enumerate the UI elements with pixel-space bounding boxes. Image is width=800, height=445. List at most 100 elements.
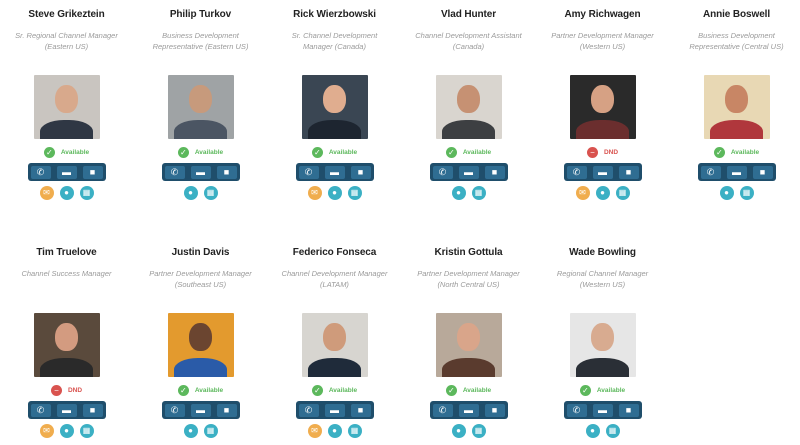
person-name: Federico Fonseca <box>292 247 377 258</box>
calendar-icon[interactable]: ▦ <box>615 186 630 200</box>
chat-icon[interactable]: ▬ <box>592 403 613 417</box>
check-icon: ✓ <box>445 146 457 158</box>
check-icon: ✓ <box>177 146 189 158</box>
check-icon: ✓ <box>713 146 725 158</box>
check-icon: ✓ <box>579 384 591 396</box>
calendar-icon[interactable]: ▦ <box>79 186 94 200</box>
person-name: Annie Boswell <box>702 9 771 20</box>
video-icon[interactable]: ■ <box>618 403 639 417</box>
chat-icon[interactable]: ▬ <box>324 403 345 417</box>
calendar-icon[interactable]: ▦ <box>203 186 218 200</box>
person-photo[interactable] <box>569 313 636 377</box>
email-icon[interactable]: ✉ <box>575 186 590 200</box>
person-name: Vlad Hunter <box>440 9 497 20</box>
email-icon[interactable]: ✉ <box>39 424 54 438</box>
contact-actions: ✆ ▬ ■ <box>563 401 642 419</box>
person-photo[interactable] <box>435 313 502 377</box>
phone-icon[interactable]: ✆ <box>432 165 453 179</box>
person-photo[interactable] <box>301 75 368 139</box>
video-icon[interactable]: ■ <box>752 165 773 179</box>
phone-icon[interactable]: ✆ <box>700 165 721 179</box>
video-icon[interactable]: ■ <box>82 403 103 417</box>
calendar-icon[interactable]: ▦ <box>605 424 620 438</box>
person-photo[interactable] <box>167 75 234 139</box>
presence-label: Available <box>328 386 358 394</box>
person-photo[interactable] <box>301 313 368 377</box>
message-icon[interactable]: ● <box>183 424 198 438</box>
message-icon[interactable]: ● <box>327 424 342 438</box>
message-icon[interactable]: ● <box>59 424 74 438</box>
person-name: Philip Turkov <box>169 9 232 20</box>
video-icon[interactable]: ■ <box>350 165 371 179</box>
check-icon: ✓ <box>445 384 457 396</box>
presence-status: ✓ Available <box>134 383 267 397</box>
person-name: Wade Bowling <box>569 247 636 258</box>
contact-actions: ✆ ▬ ■ <box>27 163 106 181</box>
message-icon[interactable]: ● <box>595 186 610 200</box>
calendar-icon[interactable]: ▦ <box>739 186 754 200</box>
message-icon[interactable]: ● <box>183 186 198 200</box>
video-icon[interactable]: ■ <box>484 165 505 179</box>
phone-icon[interactable]: ✆ <box>30 403 51 417</box>
phone-icon[interactable]: ✆ <box>432 403 453 417</box>
person-photo[interactable] <box>33 75 100 139</box>
person-card-2: Philip Turkov Business Development Repre… <box>134 8 267 200</box>
contact-actions: ✆ ▬ ■ <box>161 401 240 419</box>
presence-label: Available <box>328 148 358 156</box>
chat-icon[interactable]: ▬ <box>726 165 747 179</box>
phone-icon[interactable]: ✆ <box>298 165 319 179</box>
video-icon[interactable]: ■ <box>350 403 371 417</box>
phone-icon[interactable]: ✆ <box>164 165 185 179</box>
person-name: Amy Richwagen <box>564 9 641 20</box>
check-icon: ✓ <box>311 384 323 396</box>
phone-icon[interactable]: ✆ <box>164 403 185 417</box>
video-icon[interactable]: ■ <box>618 165 639 179</box>
phone-icon[interactable]: ✆ <box>566 165 587 179</box>
message-icon[interactable]: ● <box>585 424 600 438</box>
social-links: ✉ ● ▦ <box>536 186 669 200</box>
social-links: ✉ ● ▦ <box>0 186 133 200</box>
video-icon[interactable]: ■ <box>82 165 103 179</box>
phone-icon[interactable]: ✆ <box>298 403 319 417</box>
calendar-icon[interactable]: ▦ <box>347 424 362 438</box>
person-card-9: Federico Fonseca Channel Development Man… <box>268 246 401 438</box>
person-name: Steve Grikeztein <box>28 9 105 20</box>
email-icon[interactable]: ✉ <box>307 424 322 438</box>
video-icon[interactable]: ■ <box>216 403 237 417</box>
calendar-icon[interactable]: ▦ <box>471 186 486 200</box>
video-icon[interactable]: ■ <box>484 403 505 417</box>
person-photo[interactable] <box>167 313 234 377</box>
chat-icon[interactable]: ▬ <box>592 165 613 179</box>
chat-icon[interactable]: ▬ <box>458 403 479 417</box>
person-photo[interactable] <box>435 75 502 139</box>
message-icon[interactable]: ● <box>59 186 74 200</box>
chat-icon[interactable]: ▬ <box>56 165 77 179</box>
contact-actions: ✆ ▬ ■ <box>429 163 508 181</box>
email-icon[interactable]: ✉ <box>307 186 322 200</box>
calendar-icon[interactable]: ▦ <box>347 186 362 200</box>
calendar-icon[interactable]: ▦ <box>203 424 218 438</box>
person-photo[interactable] <box>569 75 636 139</box>
person-card-3: Rick Wierzbowski Sr. Channel Development… <box>268 8 401 200</box>
chat-icon[interactable]: ▬ <box>56 403 77 417</box>
chat-icon[interactable]: ▬ <box>324 165 345 179</box>
calendar-icon[interactable]: ▦ <box>79 424 94 438</box>
message-icon[interactable]: ● <box>451 424 466 438</box>
person-card-4: Vlad Hunter Channel Development Assistan… <box>402 8 535 200</box>
person-photo[interactable] <box>33 313 100 377</box>
message-icon[interactable]: ● <box>451 186 466 200</box>
video-icon[interactable]: ■ <box>216 165 237 179</box>
calendar-icon[interactable]: ▦ <box>471 424 486 438</box>
presence-label: Available <box>194 148 224 156</box>
email-icon[interactable]: ✉ <box>39 186 54 200</box>
chat-icon[interactable]: ▬ <box>190 403 211 417</box>
chat-icon[interactable]: ▬ <box>190 165 211 179</box>
person-photo[interactable] <box>703 75 770 139</box>
contact-actions: ✆ ▬ ■ <box>295 401 374 419</box>
chat-icon[interactable]: ▬ <box>458 165 479 179</box>
minus-icon: − <box>50 384 62 396</box>
phone-icon[interactable]: ✆ <box>30 165 51 179</box>
message-icon[interactable]: ● <box>719 186 734 200</box>
message-icon[interactable]: ● <box>327 186 342 200</box>
phone-icon[interactable]: ✆ <box>566 403 587 417</box>
